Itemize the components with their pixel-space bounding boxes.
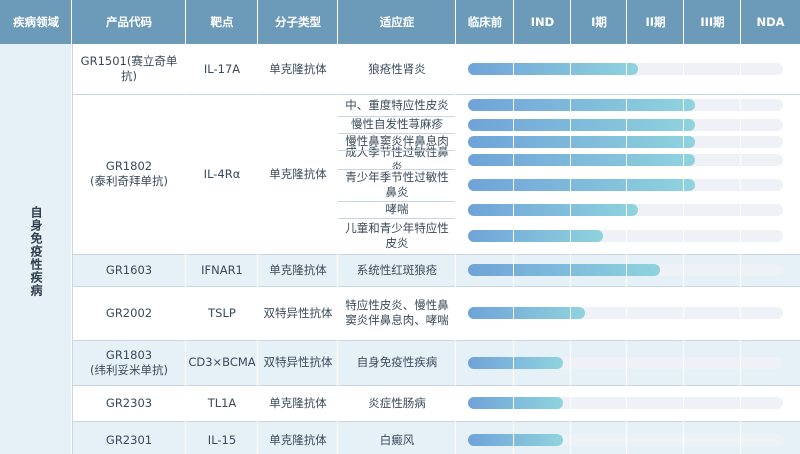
column-header: I期	[571, 0, 627, 44]
sub-row-divider	[338, 150, 456, 151]
row-divider	[72, 340, 800, 341]
row-divider	[72, 385, 800, 386]
indication: 炎症性肠病	[338, 385, 456, 421]
molecule-type: 单克隆抗体	[258, 94, 338, 254]
column-header: 临床前	[456, 0, 514, 44]
progress-bar	[468, 135, 695, 148]
row-divider	[72, 286, 800, 287]
column-divider	[257, 0, 258, 454]
sub-row-divider	[338, 133, 456, 134]
column-divider	[740, 0, 741, 454]
indication: 儿童和青少年特应性皮炎	[338, 218, 456, 254]
pipeline-table: 疾病领域 产品代码 靶点 分子类型 适应症 临床前 IND I期 II期 III期 NDA GR150…	[0, 0, 800, 454]
column-header: II期	[627, 0, 684, 44]
sub-row-divider	[338, 116, 456, 117]
indication: 慢性自发性荨麻疹	[338, 116, 456, 133]
molecule-type: 单克隆抗体	[258, 254, 338, 286]
molecule-type: 单克隆抗体	[258, 44, 338, 94]
indication: 白癜风	[338, 421, 456, 454]
target: CD3×BCMA	[186, 340, 258, 385]
indication: 自身免疫性疾病	[338, 340, 456, 385]
progress-bar	[468, 434, 563, 446]
target: IFNAR1	[186, 254, 258, 286]
column-divider	[185, 0, 186, 454]
column-header: III期	[684, 0, 741, 44]
column-header: 分子类型	[258, 0, 338, 44]
indication: 哮喘	[338, 201, 456, 218]
column-header: 适应症	[338, 0, 456, 44]
row-divider	[72, 254, 800, 255]
column-header: 疾病领域	[0, 0, 72, 44]
column-divider	[513, 0, 514, 454]
progress-bar	[468, 63, 638, 75]
progress-bar	[468, 99, 695, 111]
sub-row-divider	[338, 218, 456, 219]
product-code: GR1501(赛立奇单抗)	[72, 44, 186, 94]
product-code: GR2303	[72, 385, 186, 421]
sub-row-divider	[338, 201, 456, 202]
column-header: IND	[514, 0, 571, 44]
product-code: GR1803 (纬利妥米单抗)	[72, 340, 186, 385]
column-header: NDA	[741, 0, 800, 44]
indication: 特应性皮炎、慢性鼻窦炎伴鼻息肉、哮喘	[338, 286, 456, 340]
progress-bar	[468, 118, 695, 131]
molecule-type: 单克隆抗体	[258, 385, 338, 421]
column-divider	[455, 0, 456, 454]
target: TL1A	[186, 385, 258, 421]
sub-row-divider	[338, 169, 456, 170]
product-code: GR1603	[72, 254, 186, 286]
column-header: 靶点	[186, 0, 258, 44]
target: TSLP	[186, 286, 258, 340]
molecule-type: 单克隆抗体	[258, 421, 338, 454]
progress-bar	[468, 356, 563, 369]
indication: 青少年季节性过敏性鼻炎	[338, 169, 456, 201]
progress-bar	[468, 397, 563, 409]
column-divider	[683, 0, 684, 454]
row-divider	[72, 421, 800, 422]
disease-domain: 自身免疫性疾病	[0, 44, 72, 454]
column-header: 产品代码	[72, 0, 186, 44]
progress-bar	[468, 307, 585, 319]
progress-bar	[468, 153, 695, 166]
column-divider	[626, 0, 627, 454]
indication: 系统性红斑狼疮	[338, 254, 456, 286]
column-divider	[337, 0, 338, 454]
target: IL-17A	[186, 44, 258, 94]
row-divider	[72, 94, 800, 95]
indication: 成人季节性过敏性鼻炎	[338, 145, 456, 174]
progress-bar	[468, 179, 695, 191]
progress-bar	[468, 203, 638, 216]
molecule-type: 双特异性抗体	[258, 286, 338, 340]
column-divider	[570, 0, 571, 454]
indication: 狼疮性肾炎	[338, 44, 456, 94]
indication: 中、重度特应性皮炎	[338, 94, 456, 116]
product-code: GR2002	[72, 286, 186, 340]
progress-bar	[468, 230, 603, 242]
progress-bar	[468, 264, 660, 276]
product-code: GR2301	[72, 421, 186, 454]
target: IL-15	[186, 421, 258, 454]
product-code: GR1802 (泰利奇拜单抗)	[72, 94, 186, 254]
molecule-type: 双特异性抗体	[258, 340, 338, 385]
domain-divider	[72, 44, 73, 454]
target: IL-4Rα	[186, 94, 258, 254]
